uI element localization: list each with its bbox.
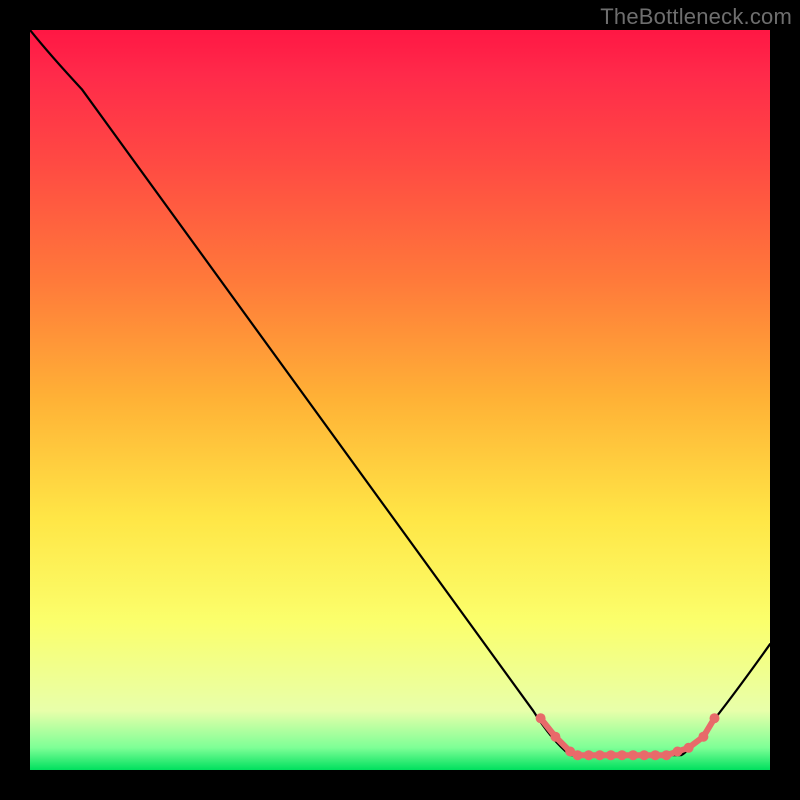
marker-dot (698, 732, 708, 742)
marker-dot (628, 750, 638, 760)
marker-dot (650, 750, 660, 760)
curve-line (30, 30, 770, 755)
chart-svg (30, 30, 770, 770)
watermark-text: TheBottleneck.com (600, 4, 792, 30)
marker-dot (639, 750, 649, 760)
marker-dot (550, 732, 560, 742)
marker-dot (584, 750, 594, 760)
marker-dot (673, 747, 683, 757)
marker-dot (661, 750, 671, 760)
marker-dot (536, 713, 546, 723)
marker-dot (573, 750, 583, 760)
marker-dot (617, 750, 627, 760)
marker-dot (606, 750, 616, 760)
marker-dot (684, 743, 694, 753)
marker-dot (710, 713, 720, 723)
chart-frame: TheBottleneck.com (0, 0, 800, 800)
marker-dot (595, 750, 605, 760)
